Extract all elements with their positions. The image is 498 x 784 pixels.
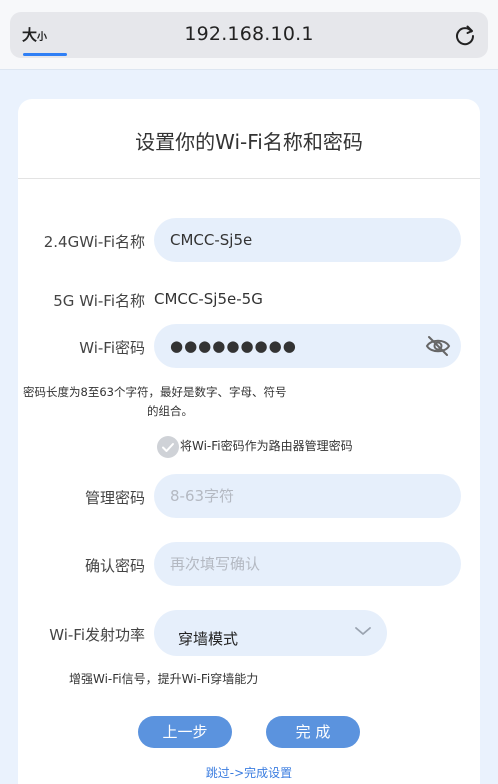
skip-link[interactable]: 跳过->完成设置 xyxy=(0,764,498,781)
use-as-admin-label[interactable]: 将Wi-Fi密码作为路由器管理密码 xyxy=(180,437,353,454)
use-as-admin-checkbox[interactable] xyxy=(157,436,179,458)
finish-button[interactable]: 完 成 xyxy=(266,716,360,748)
address-bar[interactable]: 大小 192.168.10.1 xyxy=(10,12,488,58)
confirm-password-label: 确认密码 xyxy=(84,557,145,575)
admin-password-label: 管理密码 xyxy=(84,489,145,507)
wifi5g-name-value: CMCC-Sj5e-5G xyxy=(154,290,263,308)
title-divider xyxy=(18,178,480,179)
chevron-down-icon xyxy=(355,627,371,635)
browser-toolbar: 大小 192.168.10.1 xyxy=(0,0,498,70)
confirm-password-input[interactable] xyxy=(154,542,461,586)
password-hint-line2: 的组合。 xyxy=(147,404,193,418)
wifi-password-label: Wi-Fi密码 xyxy=(79,339,145,357)
wifi24-name-label: 2.4GWi-Fi名称 xyxy=(43,233,145,251)
wifi5g-name-label: 5G Wi-Fi名称 xyxy=(53,292,145,310)
tx-power-label: Wi-Fi发射功率 xyxy=(49,626,145,644)
url-text[interactable]: 192.168.10.1 xyxy=(10,23,488,45)
prev-step-button[interactable]: 上一步 xyxy=(138,716,232,748)
reload-icon[interactable] xyxy=(452,22,478,48)
eye-hidden-icon[interactable] xyxy=(424,334,452,358)
wifi-password-input[interactable] xyxy=(154,324,461,368)
password-hint-line1: 密码长度为8至63个字符，最好是数字、字母、符号 xyxy=(23,385,287,399)
check-icon xyxy=(162,443,174,452)
loading-indicator xyxy=(23,53,67,56)
tx-power-select[interactable]: 穿墙模式 xyxy=(154,610,387,656)
admin-password-input[interactable] xyxy=(154,474,461,518)
page-title: 设置你的Wi-Fi名称和密码 xyxy=(135,130,363,154)
wifi24-name-input[interactable] xyxy=(154,218,461,262)
tx-power-value: 穿墙模式 xyxy=(178,630,239,648)
tx-power-hint: 增强Wi-Fi信号，提升Wi-Fi穿墙能力 xyxy=(69,672,259,686)
